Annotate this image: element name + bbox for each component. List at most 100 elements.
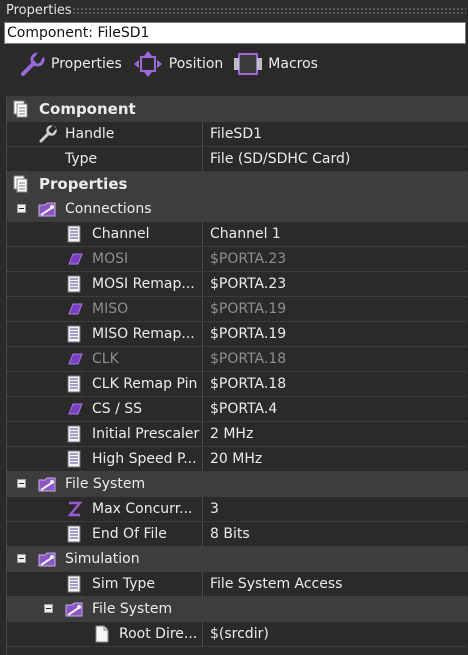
property-value: $PORTA.19 <box>210 301 287 317</box>
pin-icon <box>65 350 83 368</box>
property-value[interactable]: $PORTA.4 <box>210 397 277 421</box>
column-divider <box>202 397 203 421</box>
properties-stack-icon <box>13 100 31 118</box>
property-row-clk: CLK $PORTA.18 <box>7 347 468 372</box>
property-grid: Component Handle FileSD1 Type File (SD/S… <box>6 96 468 655</box>
property-row-max-concurrent[interactable]: Max Concurr... 3 <box>7 497 468 522</box>
property-value[interactable]: $PORTA.18 <box>210 372 286 396</box>
column-divider <box>202 422 203 446</box>
column-divider <box>202 322 203 346</box>
list-doc-icon <box>65 325 83 343</box>
column-divider <box>202 522 203 546</box>
column-divider <box>202 347 203 371</box>
group-connections[interactable]: Connections <box>7 197 468 222</box>
properties-stack-icon <box>13 175 31 193</box>
property-name: High Speed P... <box>92 451 197 467</box>
property-value[interactable]: Channel 1 <box>210 222 281 246</box>
column-divider <box>202 147 203 171</box>
group-label: Connections <box>65 201 152 217</box>
list-doc-icon <box>65 425 83 443</box>
properties-tab-label: Properties <box>51 56 122 72</box>
collapse-toggle[interactable] <box>17 204 26 213</box>
property-row-miso: MISO $PORTA.19 <box>7 297 468 322</box>
group-label: File System <box>65 476 146 492</box>
folder-wrench-icon <box>38 200 56 218</box>
collapse-toggle[interactable] <box>17 554 26 563</box>
property-name: MISO <box>92 301 129 317</box>
wrench-icon <box>39 125 57 143</box>
category-properties[interactable]: Properties <box>7 172 468 197</box>
property-name: Handle <box>65 126 115 142</box>
pin-icon <box>65 400 83 418</box>
property-value[interactable]: 2 MHz <box>210 422 253 446</box>
property-value[interactable]: $PORTA.19 <box>210 322 286 346</box>
move-arrows-icon <box>133 51 162 77</box>
macro-block-icon <box>234 53 263 75</box>
property-value[interactable]: $(srcdir) <box>210 622 269 646</box>
column-divider <box>202 297 203 321</box>
property-row-type[interactable]: Type File (SD/SDHC Card) <box>7 147 468 172</box>
column-divider <box>202 247 203 271</box>
property-value[interactable]: FileSD1 <box>210 122 262 146</box>
property-row-initial-prescaler[interactable]: Initial Prescaler 2 MHz <box>7 422 468 447</box>
property-value[interactable]: File (SD/SDHC Card) <box>210 147 350 171</box>
group-file-system[interactable]: File System <box>7 472 468 497</box>
column-divider <box>202 272 203 296</box>
list-doc-icon <box>65 575 83 593</box>
property-row-cs-ss[interactable]: CS / SS $PORTA.4 <box>7 397 468 422</box>
position-tab-button[interactable]: Position <box>132 51 224 77</box>
list-doc-icon <box>65 225 83 243</box>
column-divider <box>202 622 203 646</box>
property-value: $PORTA.23 <box>210 251 287 267</box>
property-name: CS / SS <box>92 401 143 417</box>
property-name: End Of File <box>92 526 167 542</box>
column-divider <box>202 572 203 596</box>
property-row-handle[interactable]: Handle FileSD1 <box>7 122 468 147</box>
property-name: Initial Prescaler <box>92 426 200 442</box>
property-row-miso-remap[interactable]: MISO Remap... $PORTA.19 <box>7 322 468 347</box>
property-row-channel[interactable]: Channel Channel 1 <box>7 222 468 247</box>
folder-wrench-icon <box>38 550 56 568</box>
file-icon <box>93 625 111 643</box>
component-selector[interactable]: Component: FileSD1 <box>4 22 466 44</box>
list-doc-icon <box>65 525 83 543</box>
collapse-toggle[interactable] <box>17 479 26 488</box>
column-divider <box>202 122 203 146</box>
property-row-sim-type[interactable]: Sim Type File System Access <box>7 572 468 597</box>
category-label: Component <box>39 100 136 118</box>
category-component[interactable]: Component <box>7 97 468 122</box>
list-doc-icon <box>65 450 83 468</box>
collapse-toggle[interactable] <box>44 604 53 613</box>
integer-z-icon <box>65 500 83 518</box>
group-simulation-file-system[interactable]: File System <box>7 597 468 622</box>
property-value[interactable]: $PORTA.23 <box>210 272 286 296</box>
pin-icon <box>65 300 83 318</box>
column-divider <box>202 447 203 471</box>
property-name: Type <box>65 151 98 167</box>
group-label: Simulation <box>65 551 140 567</box>
property-name: Max Concurr... <box>92 501 193 517</box>
property-value[interactable]: 8 Bits <box>210 522 250 546</box>
list-doc-icon <box>65 375 83 393</box>
property-value[interactable]: 3 <box>210 497 219 521</box>
column-divider <box>202 222 203 246</box>
macros-tab-button[interactable]: Macros <box>233 51 318 77</box>
position-tab-label: Position <box>168 56 224 72</box>
property-row-root-dir[interactable]: Root Dire... $(srcdir) <box>7 622 468 647</box>
property-row-clk-remap[interactable]: CLK Remap Pin $PORTA.18 <box>7 372 468 397</box>
component-selector-text: Component: FileSD1 <box>7 25 150 41</box>
property-row-mosi-remap[interactable]: MOSI Remap... $PORTA.23 <box>7 272 468 297</box>
property-row-end-of-file[interactable]: End Of File 8 Bits <box>7 522 468 547</box>
property-value[interactable]: File System Access <box>210 572 342 596</box>
property-row-high-speed[interactable]: High Speed P... 20 MHz <box>7 447 468 472</box>
property-value[interactable]: 20 MHz <box>210 447 262 471</box>
properties-tab-button[interactable]: Properties <box>20 51 122 77</box>
drag-grip[interactable] <box>72 7 466 15</box>
panel-title-bar[interactable]: Properties <box>0 0 468 22</box>
property-name: Root Dire... <box>119 626 198 642</box>
column-divider <box>202 497 203 521</box>
list-doc-icon <box>65 275 83 293</box>
macros-tab-label: Macros <box>268 56 318 72</box>
group-simulation[interactable]: Simulation <box>7 547 468 572</box>
column-divider <box>202 372 203 396</box>
